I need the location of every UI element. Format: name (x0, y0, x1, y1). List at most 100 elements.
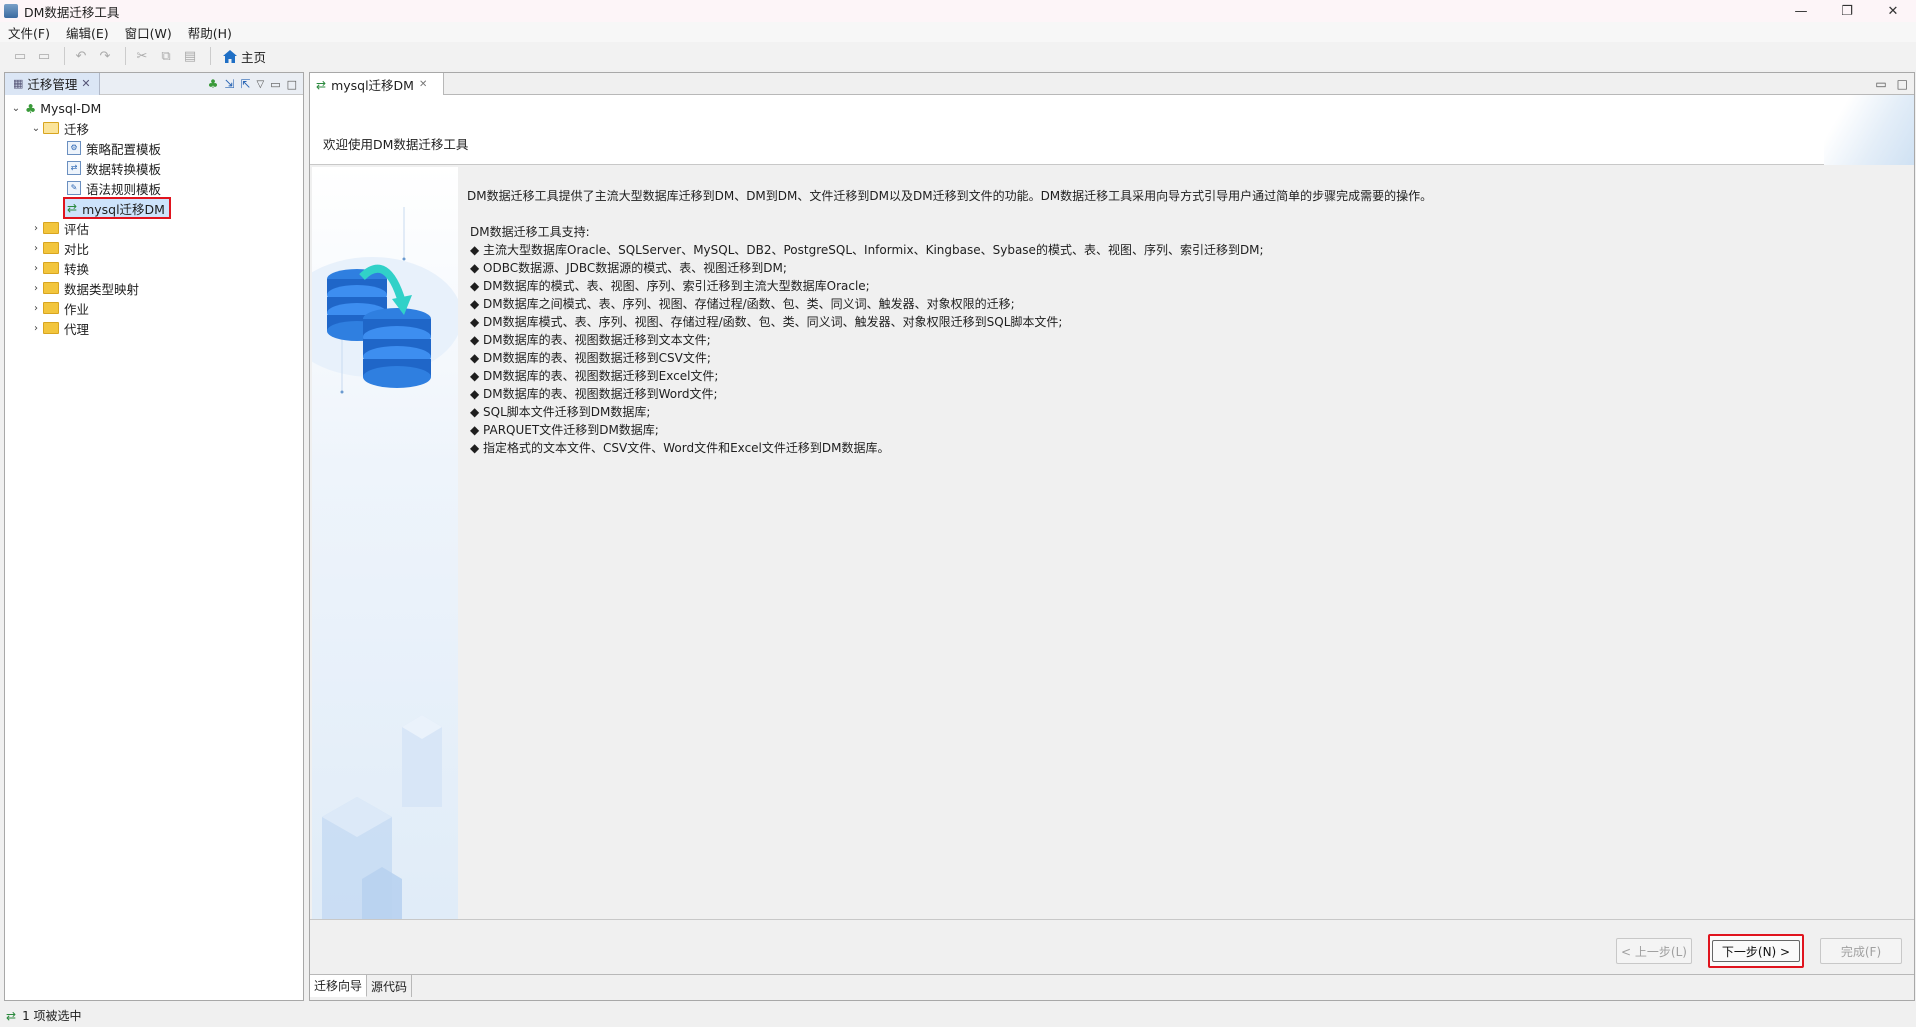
expand-icon[interactable]: › (29, 303, 43, 314)
close-tab-icon[interactable]: ✕ (81, 77, 90, 90)
intro-text: DM数据迁移工具提供了主流大型数据库迁移到DM、DM到DM、文件迁移到DM以及D… (467, 189, 1433, 203)
save-all-icon[interactable]: ▭ (34, 46, 54, 66)
menu-file[interactable]: 文件(F) (0, 23, 58, 42)
undo-icon[interactable]: ↶ (71, 46, 91, 66)
cut-icon[interactable]: ✂ (132, 46, 152, 66)
toolbar-divider (64, 47, 65, 65)
tree-item-syntax-template[interactable]: ✎ 语法规则模板 (5, 178, 303, 198)
home-icon (223, 49, 237, 63)
migration-arrows-icon: ⇄ (6, 1008, 17, 1023)
wizard-button-bar: < 上一步(L) 下一步(N) > 完成(F) (310, 919, 1914, 974)
feature-item: ◆ DM数据库的表、视图数据迁移到Excel文件; (470, 369, 719, 383)
tree-item-mysql-migration[interactable]: ⇄ mysql迁移DM (63, 197, 171, 219)
expand-icon[interactable]: › (29, 283, 43, 294)
window-title: DM数据迁移工具 (24, 4, 120, 20)
tree-folder-compare[interactable]: › 对比 (5, 238, 303, 258)
tree-folder-migration[interactable]: ⌄ 迁移 (5, 118, 303, 138)
feature-item: ◆ DM数据库的表、视图数据迁移到文本文件; (470, 333, 711, 347)
feature-item: ◆ DM数据库的表、视图数据迁移到Word文件; (470, 387, 718, 401)
tab-source-code[interactable]: 源代码 (367, 975, 413, 997)
status-bar: ⇄ 1 项被选中 (0, 1004, 1916, 1027)
title-bar: DM数据迁移工具 — ❐ ✕ (0, 0, 1916, 22)
editor-bottom-tabs: 迁移向导 源代码 (310, 974, 1914, 1000)
tree-item-selected-wrap: ⇄ mysql迁移DM (5, 197, 303, 219)
import-icon[interactable]: ⇲ (224, 77, 234, 91)
window-controls: — ❐ ✕ (1778, 0, 1916, 22)
tree-item-label: 语法规则模板 (86, 181, 162, 197)
migration-manager-panel: ▦ 迁移管理 ✕ ♣ ⇲ ⇱ ▽ ▭ □ ⌄ ♣ Mysql-DM ⌄ 迁移 ⚙… (4, 72, 304, 1001)
maximize-view-icon[interactable]: □ (287, 78, 297, 91)
menu-window[interactable]: 窗口(W) (117, 23, 180, 42)
menu-help[interactable]: 帮助(H) (180, 23, 240, 42)
folder-label: 代理 (64, 321, 90, 337)
copy-icon[interactable]: ⧉ (156, 46, 176, 66)
tree-folder-jobs[interactable]: › 作业 (5, 298, 303, 318)
expand-icon[interactable]: › (29, 263, 43, 274)
template-icon: ⚙ (67, 141, 81, 155)
wizard-header: 欢迎使用DM数据迁移工具 (310, 95, 1914, 165)
tree-item-strategy-template[interactable]: ⚙ 策略配置模板 (5, 138, 303, 158)
paste-icon[interactable]: ▤ (180, 46, 200, 66)
folder-open-icon (43, 122, 59, 134)
wizard-side-illustration (312, 167, 458, 919)
tab-mysql-migration[interactable]: ⇄ mysql迁移DM ✕ (310, 73, 444, 96)
folder-icon (43, 262, 59, 274)
minimize-view-icon[interactable]: ▭ (1875, 77, 1886, 91)
welcome-title: 欢迎使用DM数据迁移工具 (323, 137, 469, 152)
redo-icon[interactable]: ↷ (95, 46, 115, 66)
folder-icon (43, 222, 59, 234)
maximize-view-icon[interactable]: □ (1897, 77, 1908, 91)
folder-label: 作业 (64, 301, 90, 317)
migration-arrows-icon: ⇄ (316, 77, 327, 92)
tree-item-label: 数据转换模板 (86, 161, 162, 177)
tree-folder-assess[interactable]: › 评估 (5, 218, 303, 238)
collapse-icon[interactable]: ⌄ (9, 103, 23, 114)
home-button[interactable]: 主页 (223, 47, 266, 66)
template-icon: ⇄ (67, 161, 81, 175)
tree-folder-agent[interactable]: › 代理 (5, 318, 303, 338)
collapse-icon[interactable]: ⌄ (29, 123, 43, 134)
toolbar-divider (210, 47, 211, 65)
finish-button[interactable]: 完成(F) (1820, 938, 1902, 964)
project-tree: ⌄ ♣ Mysql-DM ⌄ 迁移 ⚙ 策略配置模板 ⇄ 数据转换模板 ✎ 语法… (5, 95, 303, 338)
feature-item: ◆ PARQUET文件迁移到DM数据库; (470, 423, 659, 437)
tab-migration-wizard[interactable]: 迁移向导 (310, 975, 368, 997)
view-menu-icon[interactable]: ▽ (256, 79, 264, 90)
minimize-view-icon[interactable]: ▭ (270, 78, 280, 91)
left-panel-tabbar: ▦ 迁移管理 ✕ ♣ ⇲ ⇱ ▽ ▭ □ (5, 72, 303, 95)
expand-icon[interactable]: › (29, 323, 43, 334)
tab-label: mysql迁移DM (331, 78, 414, 93)
close-tab-icon[interactable]: ✕ (419, 79, 427, 90)
expand-icon[interactable]: › (29, 243, 43, 254)
feature-item: ◆ DM数据库的模式、表、视图、序列、索引迁移到主流大型数据库Oracle; (470, 279, 870, 293)
minimize-button[interactable]: — (1778, 0, 1824, 22)
new-project-icon[interactable]: ♣ (208, 77, 219, 91)
export-icon[interactable]: ⇱ (240, 77, 250, 91)
next-button-label: 下一步(N) > (1712, 940, 1800, 962)
support-title: DM数据迁移工具支持: (470, 225, 590, 239)
folder-icon (43, 242, 59, 254)
tree-folder-type-mapping[interactable]: › 数据类型映射 (5, 278, 303, 298)
project-icon: ♣ (25, 100, 37, 116)
left-panel-tools: ♣ ⇲ ⇱ ▽ ▭ □ (208, 73, 297, 95)
next-button[interactable]: 下一步(N) > (1708, 934, 1804, 968)
tree-folder-convert[interactable]: › 转换 (5, 258, 303, 278)
tree-item-label: 策略配置模板 (86, 141, 162, 157)
header-decoration (1824, 95, 1914, 165)
tree-item-transform-template[interactable]: ⇄ 数据转换模板 (5, 158, 303, 178)
expand-icon[interactable]: › (29, 223, 43, 234)
editor-tabbar: ⇄ mysql迁移DM ✕ ▭ □ (310, 73, 1914, 96)
app-icon (4, 4, 18, 18)
folder-label: 数据类型映射 (64, 281, 140, 297)
menu-edit[interactable]: 编辑(E) (58, 23, 117, 42)
home-label: 主页 (241, 49, 267, 65)
editor-tools: ▭ □ (1875, 73, 1908, 95)
feature-item: ◆ ODBC数据源、JDBC数据源的模式、表、视图迁移到DM; (470, 261, 787, 275)
back-button[interactable]: < 上一步(L) (1616, 938, 1692, 964)
tab-migration-manager[interactable]: ▦ 迁移管理 ✕ (5, 72, 100, 95)
tree-root-node[interactable]: ⌄ ♣ Mysql-DM (5, 98, 303, 118)
close-button[interactable]: ✕ (1870, 0, 1916, 22)
restore-button[interactable]: ❐ (1824, 0, 1870, 22)
save-icon[interactable]: ▭ (10, 46, 30, 66)
status-text: 1 项被选中 (22, 1009, 82, 1023)
